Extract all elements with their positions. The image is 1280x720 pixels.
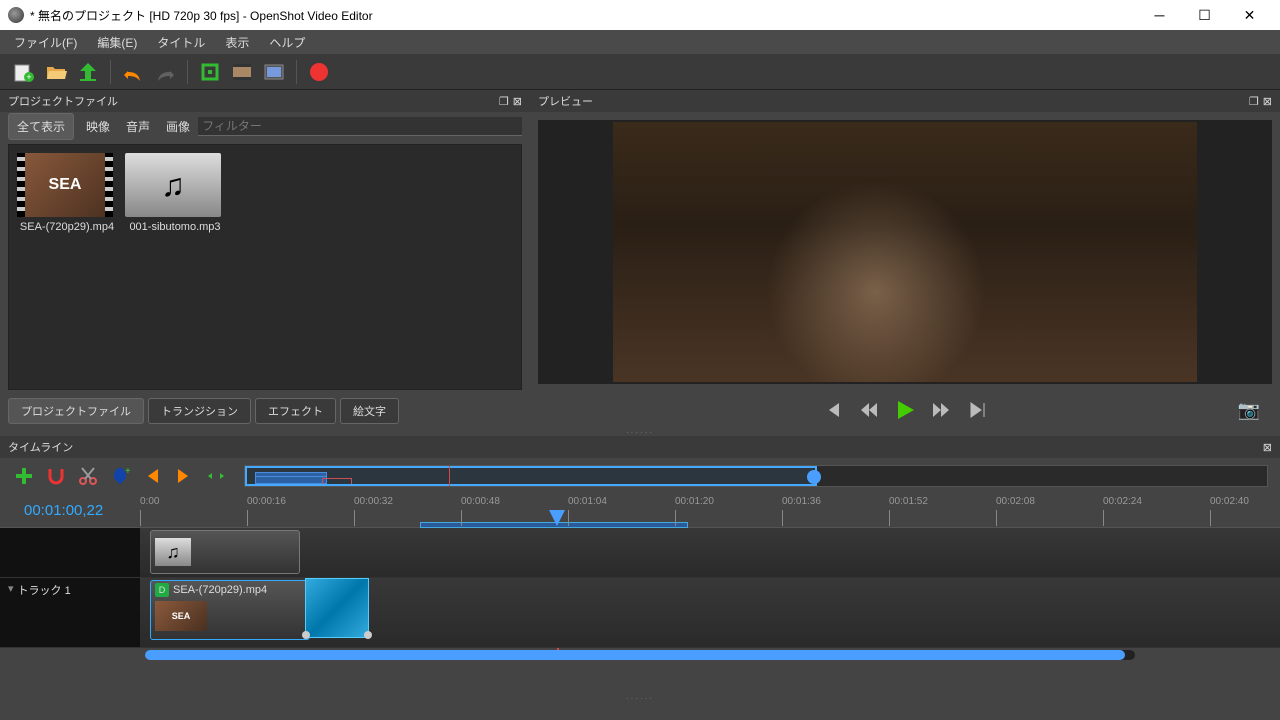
fast-forward-icon[interactable] [929,398,953,422]
video-frame [613,122,1197,382]
file-item[interactable]: ♫ 001-sibutomo.mp3 [125,153,225,233]
project-files-area[interactable]: SEA SEA-(720p29).mp4 ♫ 001-sibutomo.mp3 [8,144,522,390]
file-item[interactable]: SEA SEA-(720p29).mp4 [17,153,117,233]
tab-effects[interactable]: エフェクト [255,398,336,424]
panel-resize-grip[interactable]: ······ [0,694,1280,702]
fullscreen-icon[interactable] [260,58,288,86]
razor-icon[interactable] [76,464,100,488]
ruler-tick: 00:01:36 [782,496,821,507]
marker-icon[interactable]: + [108,464,132,488]
menu-file[interactable]: ファイル(F) [4,32,87,53]
ruler-tick: 00:01:20 [675,496,714,507]
snapshot-icon[interactable]: 📷 [1238,400,1260,421]
panel-resize-grip[interactable]: ······ [0,428,1280,436]
tab-transitions[interactable]: トランジション [148,398,251,424]
timeline-panel: タイムライン ⊠ + 00:01:00,22 0:00 00:00:16 00:00… [0,436,1280,702]
audio-clip-thumb-icon: ♫ [155,538,191,566]
rewind-icon[interactable] [857,398,881,422]
next-marker-icon[interactable] [172,464,196,488]
ruler-tick: 0:00 [140,496,159,507]
preview-panel: プレビュー ❐ ⊠ 📷 [530,90,1280,428]
play-icon[interactable] [893,398,917,422]
ruler-tick: 00:00:32 [354,496,393,507]
transition-clip[interactable] [305,578,369,638]
file-name: SEA-(720p29).mp4 [17,221,117,233]
video-clip-thumb-icon: SEA [155,601,207,631]
tab-project-files[interactable]: プロジェクトファイル [8,398,144,424]
panel-close-icon[interactable]: ⊠ [513,95,522,108]
track-row: ♫ [0,528,1280,578]
current-time: 00:01:00,22 [0,502,140,519]
overview-playhead-icon[interactable] [807,470,821,484]
open-project-icon[interactable] [42,58,70,86]
redo-icon[interactable] [151,58,179,86]
panel-popout-icon[interactable]: ❐ [1249,95,1259,108]
snap-icon[interactable] [44,464,68,488]
ruler-tick: 00:01:52 [889,496,928,507]
project-files-panel: プロジェクトファイル ❐ ⊠ 全て表示 映像 音声 画像 SEA SEA-(720… [0,90,530,428]
menu-view[interactable]: 表示 [215,32,259,53]
window-title: * 無名のプロジェクト [HD 720p 30 fps] - OpenShot … [30,7,1137,24]
app-logo-icon [8,7,24,23]
video-thumb-icon: SEA [17,153,113,217]
filter-audio-button[interactable]: 音声 [118,114,158,139]
ruler-tick: 00:02:24 [1103,496,1142,507]
export-icon[interactable] [305,58,333,86]
ruler-tick: 00:02:40 [1210,496,1249,507]
minimize-button[interactable]: ─ [1137,1,1182,29]
tracks-area: ♫ ▾トラック 1 D SEA-(720p29).mp4 SEA [0,528,1280,694]
track-label[interactable]: ▾トラック 1 [0,578,140,647]
filter-video-button[interactable]: 映像 [78,114,118,139]
new-project-icon[interactable]: + [10,58,38,86]
video-clip[interactable]: D SEA-(720p29).mp4 SEA [150,580,310,640]
project-files-title: プロジェクトファイル [8,93,118,109]
preview-viewport[interactable] [538,120,1272,384]
ruler-tick: 00:00:48 [461,496,500,507]
filter-image-button[interactable]: 画像 [158,114,198,139]
close-button[interactable]: ✕ [1227,1,1272,29]
panel-popout-icon[interactable]: ❐ [499,95,509,108]
file-name: 001-sibutomo.mp3 [125,221,225,233]
profile-icon[interactable] [228,58,256,86]
clip-badge: D [155,583,169,597]
center-playhead-icon[interactable] [204,464,228,488]
menubar: ファイル(F) 編集(E) タイトル 表示 ヘルプ [0,30,1280,54]
menu-title[interactable]: タイトル [147,32,215,53]
svg-text:+: + [26,72,31,82]
main-toolbar: + [0,54,1280,90]
clip-label: SEA-(720p29).mp4 [173,584,267,596]
audio-clip[interactable]: ♫ [150,530,300,574]
ruler-tick: 00:01:04 [568,496,607,507]
track-row: ▾トラック 1 D SEA-(720p29).mp4 SEA [0,578,1280,648]
panel-close-icon[interactable]: ⊠ [1263,442,1272,454]
timeline-scrollbar[interactable] [145,650,1135,660]
filter-input[interactable] [198,117,522,136]
preview-title: プレビュー [538,93,593,109]
maximize-button[interactable]: ☐ [1182,1,1227,29]
save-project-icon[interactable] [74,58,102,86]
undo-icon[interactable] [119,58,147,86]
skip-start-icon[interactable] [821,398,845,422]
add-track-icon[interactable] [12,464,36,488]
svg-text:+: + [125,466,130,477]
timeline-title: タイムライン [8,439,73,455]
timeline-overview[interactable] [244,465,1268,487]
import-icon[interactable] [196,58,224,86]
filter-all-button[interactable]: 全て表示 [8,113,74,140]
menu-help[interactable]: ヘルプ [259,32,315,53]
ruler-tick: 00:02:08 [996,496,1035,507]
panel-close-icon[interactable]: ⊠ [1263,95,1272,108]
timeline-ruler[interactable]: 00:01:00,22 0:00 00:00:16 00:00:32 00:00:48… [0,494,1280,528]
menu-edit[interactable]: 編集(E) [87,32,147,53]
track-label[interactable] [0,528,140,577]
tab-emoji[interactable]: 絵文字 [340,398,399,424]
ruler-tick: 00:00:16 [247,496,286,507]
titlebar: * 無名のプロジェクト [HD 720p 30 fps] - OpenShot … [0,0,1280,30]
audio-thumb-icon: ♫ [125,153,221,217]
prev-marker-icon[interactable] [140,464,164,488]
skip-end-icon[interactable] [965,398,989,422]
